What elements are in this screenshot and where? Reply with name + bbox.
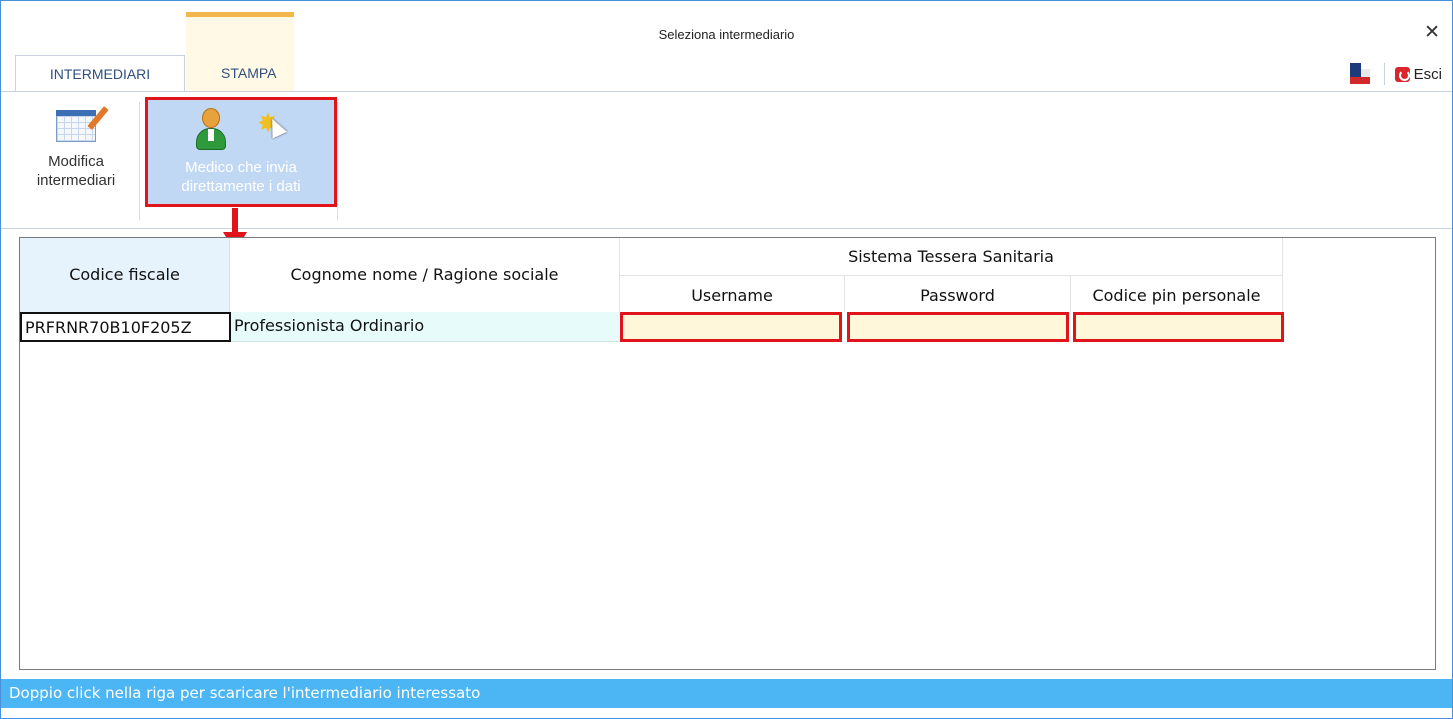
dialog-window: Seleziona intermediario ✕ INTERMEDIARI S… — [0, 0, 1453, 719]
header-cognome-nome[interactable]: Cognome nome / Ragione sociale — [230, 238, 620, 312]
status-bar: Doppio click nella riga per scaricare l'… — [1, 679, 1452, 708]
intermediari-grid: Codice fiscale Cognome nome / Ragione so… — [19, 237, 1436, 670]
ribbon-divider — [337, 102, 338, 220]
exit-button[interactable]: Esci — [1394, 65, 1442, 83]
window-title: Seleziona intermediario — [658, 27, 795, 42]
modifica-intermediari-button[interactable]: Modifica intermediari — [21, 110, 131, 190]
title-bar: Seleziona intermediario ✕ — [1, 1, 1452, 91]
power-icon — [1394, 66, 1410, 82]
modifica-label-line2: intermediari — [36, 172, 116, 189]
pin-field[interactable] — [1073, 312, 1284, 342]
header-username[interactable]: Username — [620, 276, 845, 312]
username-field[interactable] — [620, 312, 842, 342]
header-sistema-tessera-sanitaria: Sistema Tessera Sanitaria — [620, 238, 1283, 276]
header-codice-fiscale[interactable]: Codice fiscale — [20, 238, 230, 312]
tab-intermediari[interactable]: INTERMEDIARI — [15, 55, 185, 92]
close-icon[interactable]: ✕ — [1424, 21, 1440, 43]
medico-invia-dati-button[interactable]: ✸ Medico che invia direttamente i dati — [145, 97, 337, 207]
header-codice-pin[interactable]: Codice pin personale — [1071, 276, 1283, 312]
header-password[interactable]: Password — [845, 276, 1071, 312]
medico-label-line1: Medico che invia — [185, 159, 297, 176]
ribbon-divider — [139, 102, 140, 220]
grid-edit-icon — [56, 110, 96, 142]
table-row[interactable]: PRFRNR70B10F205Z Professionista Ordinari… — [20, 312, 1284, 342]
flag-icon[interactable] — [1349, 63, 1370, 85]
password-field[interactable] — [847, 312, 1069, 342]
modifica-label-line1: Modifica — [48, 153, 104, 170]
cell-codice-fiscale[interactable]: PRFRNR70B10F205Z — [20, 312, 231, 342]
toolbar-divider — [1383, 63, 1385, 85]
medico-label-line2: direttamente i dati — [181, 178, 301, 195]
tab-bar-right-tools: Esci — [1349, 61, 1442, 87]
exit-label: Esci — [1413, 65, 1442, 83]
new-cursor-icon: ✸ — [254, 108, 288, 148]
person-icon — [196, 108, 226, 150]
ribbon: Modifica intermediari ✸ Medico che invia… — [1, 91, 1452, 229]
cell-cognome-nome[interactable]: Professionista Ordinario — [231, 312, 620, 342]
tab-stampa[interactable]: STAMPA — [203, 55, 295, 92]
